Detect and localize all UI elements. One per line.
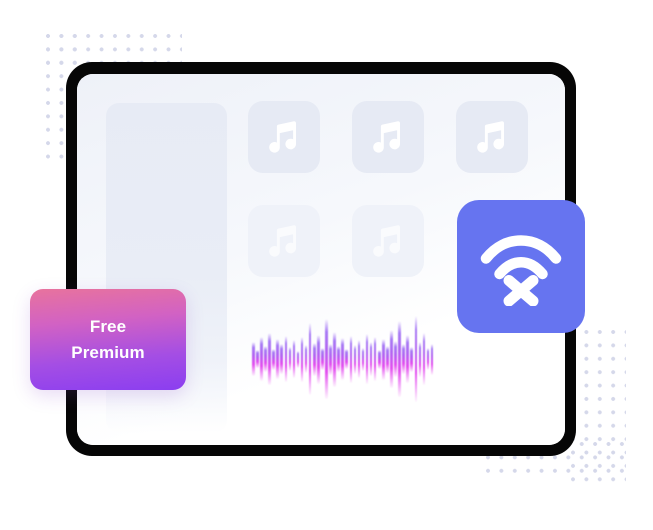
waveform-bar bbox=[353, 344, 357, 374]
wifi-off-icon bbox=[480, 234, 562, 306]
waveform-bar bbox=[361, 347, 365, 371]
waveform-bar bbox=[365, 334, 369, 384]
waveform-bar bbox=[321, 348, 324, 370]
track-tile-4[interactable] bbox=[248, 205, 320, 277]
waveform-bar bbox=[333, 331, 336, 387]
waveform-bar bbox=[304, 345, 308, 373]
music-note-icon bbox=[373, 121, 401, 153]
waveform-bar bbox=[256, 350, 259, 368]
waveform-bar bbox=[284, 336, 288, 382]
waveform-bar bbox=[252, 342, 255, 376]
wifi-off-badge[interactable] bbox=[457, 200, 585, 333]
waveform-bar bbox=[288, 347, 292, 371]
waveform-bar bbox=[422, 333, 426, 385]
waveform-bar bbox=[349, 335, 353, 383]
badge-line-free: Free bbox=[89, 317, 127, 336]
waveform-bar bbox=[390, 330, 393, 388]
music-note-icon bbox=[477, 121, 505, 153]
waveform-bar bbox=[430, 343, 434, 375]
waveform-bar bbox=[280, 344, 284, 374]
music-note-icon bbox=[269, 121, 297, 153]
waveform-bar bbox=[382, 338, 385, 380]
waveform-bar bbox=[300, 336, 304, 382]
waveform-bar bbox=[317, 334, 320, 384]
music-note-icon bbox=[269, 225, 297, 257]
waveform-bar bbox=[276, 339, 279, 379]
track-tile-1[interactable] bbox=[248, 101, 320, 173]
waveform-bar bbox=[414, 316, 418, 402]
track-tile-3[interactable] bbox=[456, 101, 528, 173]
waveform-bar bbox=[337, 346, 340, 372]
waveform-bar bbox=[264, 346, 267, 372]
waveform-bar bbox=[296, 350, 300, 368]
waveform-bar bbox=[410, 346, 414, 372]
waveform-bar bbox=[345, 349, 349, 369]
waveform-bar bbox=[402, 344, 405, 374]
track-tile-5[interactable] bbox=[352, 205, 424, 277]
waveform-bar bbox=[357, 340, 361, 378]
waveform-bar bbox=[272, 348, 275, 370]
waveform-bar bbox=[394, 341, 397, 377]
audio-waveform bbox=[252, 316, 434, 402]
waveform-bar bbox=[308, 323, 312, 395]
music-note-icon bbox=[373, 225, 401, 257]
waveform-bar bbox=[426, 348, 430, 370]
waveform-bar bbox=[369, 342, 373, 376]
waveform-bar bbox=[268, 333, 271, 385]
illustration-canvas: Free Premium bbox=[0, 0, 653, 530]
waveform-bar bbox=[260, 337, 263, 381]
waveform-bar bbox=[377, 349, 381, 369]
waveform-bar bbox=[292, 340, 296, 378]
waveform-bar bbox=[398, 321, 401, 397]
waveform-bar bbox=[418, 341, 422, 377]
badge-line-premium: Premium bbox=[71, 343, 145, 362]
waveform-bar bbox=[373, 337, 377, 381]
waveform-bar bbox=[406, 335, 409, 383]
waveform-bar bbox=[329, 343, 332, 375]
waveform-bar bbox=[325, 319, 328, 399]
waveform-bar bbox=[386, 345, 389, 373]
waveform-bar bbox=[312, 342, 316, 376]
waveform-bar bbox=[341, 338, 344, 380]
track-tile-2[interactable] bbox=[352, 101, 424, 173]
free-premium-badge[interactable]: Free Premium bbox=[30, 289, 186, 390]
